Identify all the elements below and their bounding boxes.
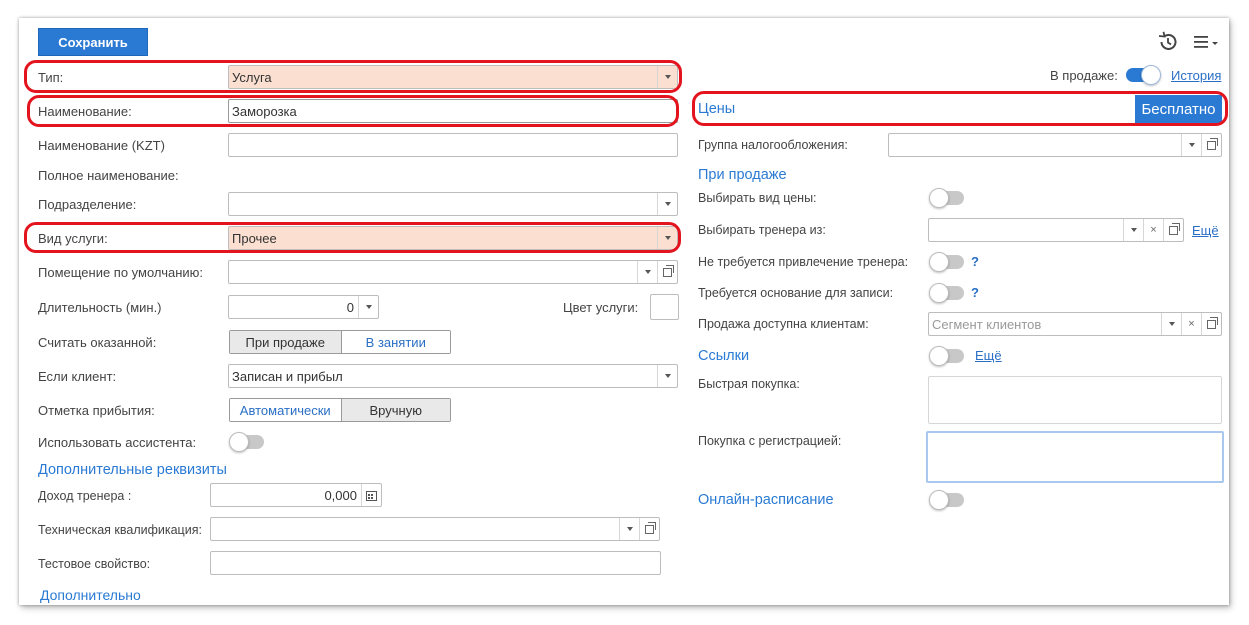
trainer-more-link[interactable]: Ещё [1192,223,1219,238]
if-client-label: Если клиент: [38,369,117,384]
clear-icon[interactable]: × [1181,313,1201,335]
use-assistant-label: Использовать ассистента: [38,435,197,450]
option-on-sale[interactable]: При продаже [230,331,341,353]
quick-purchase-label: Быстрая покупка: [698,377,800,391]
dropdown-icon[interactable] [657,365,677,387]
name-kzt-field[interactable] [228,133,678,157]
open-icon[interactable] [657,261,677,283]
option-automatic[interactable]: Автоматически [230,399,341,421]
duration-value: 0 [346,300,354,315]
extra-props-title[interactable]: Дополнительные реквизиты [38,462,227,478]
subdivision-label: Подразделение: [38,197,137,212]
open-icon[interactable] [639,518,659,540]
links-toggle[interactable] [929,346,964,366]
on-sale-section-title[interactable]: При продаже [698,167,787,183]
use-assistant-toggle[interactable] [229,432,264,452]
menu-icon[interactable] [1193,34,1221,50]
no-trainer-needed-toggle[interactable] [929,252,964,272]
if-client-field[interactable]: Записан и прибыл [228,364,678,388]
service-color-label: Цвет услуги: [563,300,639,315]
tax-group-field[interactable] [888,133,1222,157]
dropdown-icon[interactable] [657,227,677,249]
service-color-picker[interactable] [650,294,679,320]
purchase-with-registration-field[interactable] [926,431,1224,483]
duration-field[interactable]: 0 [228,295,379,319]
type-label: Тип: [38,70,64,85]
trainer-income-field[interactable]: 0,000 [210,483,382,507]
prices-title[interactable]: Цены [698,101,735,117]
default-room-label: Помещение по умолчанию: [38,265,204,280]
option-in-class[interactable]: В занятии [340,331,450,353]
free-button[interactable]: Бесплатно [1135,95,1222,123]
help-icon[interactable]: ? [971,254,979,269]
tax-group-label: Группа налогообложения: [698,138,848,152]
additional-title[interactable]: Дополнительно [40,587,141,603]
dropdown-icon[interactable] [657,193,677,215]
dropdown-icon[interactable] [358,296,378,318]
no-trainer-needed-label: Не требуется привлечение тренера: [698,255,909,269]
arrival-mark-toggle[interactable]: Автоматически Вручную [229,398,451,422]
open-icon[interactable] [1201,134,1221,156]
count-rendered-toggle[interactable]: При продаже В занятии [229,330,451,354]
tech-qualification-label: Техническая квалификация: [38,523,202,537]
calendar-icon[interactable] [361,484,381,506]
subdivision-field[interactable] [228,192,678,216]
option-manual[interactable]: Вручную [340,399,450,421]
on-sale-toggle[interactable] [1126,65,1161,85]
choose-trainer-label: Выбирать тренера из: [698,223,826,237]
clear-icon[interactable]: × [1143,219,1163,241]
test-property-field[interactable] [210,551,661,575]
choose-price-kind-label: Выбирать вид цены: [698,191,817,205]
dropdown-icon[interactable] [619,518,639,540]
history-icon[interactable] [1157,31,1179,53]
trainer-income-label: Доход тренера : [38,489,132,503]
links-more-link[interactable]: Ещё [975,348,1002,363]
name-field[interactable]: Заморозка [228,99,678,123]
name-value: Заморозка [232,104,297,119]
dropdown-icon[interactable] [1123,219,1143,241]
default-room-field[interactable] [228,260,678,284]
open-icon[interactable] [1201,313,1221,335]
choose-price-kind-toggle[interactable] [929,188,964,208]
quick-purchase-field[interactable] [928,376,1222,424]
dropdown-icon[interactable] [1181,134,1201,156]
online-schedule-title[interactable]: Онлайн-расписание [698,492,834,508]
duration-label: Длительность (мин.) [38,300,162,315]
client-segment-placeholder: Сегмент клиентов [932,317,1042,332]
sale-available-label: Продажа доступна клиентам: [698,317,869,331]
dropdown-icon[interactable] [637,261,657,283]
basis-required-toggle[interactable] [929,283,964,303]
online-schedule-toggle[interactable] [929,490,964,510]
links-title[interactable]: Ссылки [698,348,749,364]
help-icon[interactable]: ? [971,285,979,300]
if-client-value: Записан и прибыл [232,369,343,384]
arrival-mark-label: Отметка прибытия: [38,403,155,418]
type-value: Услуга [232,70,272,85]
service-kind-label: Вид услуги: [38,231,108,246]
trainer-income-value: 0,000 [324,488,357,503]
name-label: Наименование: [38,104,132,119]
count-rendered-label: Считать оказанной: [38,335,157,350]
history-link[interactable]: История [1171,68,1221,83]
choose-trainer-field[interactable]: × [928,218,1184,242]
full-name-label: Полное наименование: [38,168,179,183]
save-button[interactable]: Сохранить [38,28,148,56]
open-icon[interactable] [1163,219,1183,241]
service-kind-field[interactable]: Прочее [228,226,678,250]
dropdown-icon[interactable] [1161,313,1181,335]
dropdown-icon[interactable] [657,66,677,88]
on-sale-label: В продаже: [1050,68,1118,83]
name-kzt-label: Наименование (KZT) [38,138,165,153]
type-field[interactable]: Услуга [228,65,678,89]
purchase-with-registration-label: Покупка с регистрацией: [698,434,842,448]
tech-qualification-field[interactable] [210,517,660,541]
test-property-label: Тестовое свойство: [38,557,151,571]
basis-required-label: Требуется основание для записи: [698,286,894,300]
service-kind-value: Прочее [232,231,277,246]
sale-available-field[interactable]: Сегмент клиентов × [928,312,1222,336]
